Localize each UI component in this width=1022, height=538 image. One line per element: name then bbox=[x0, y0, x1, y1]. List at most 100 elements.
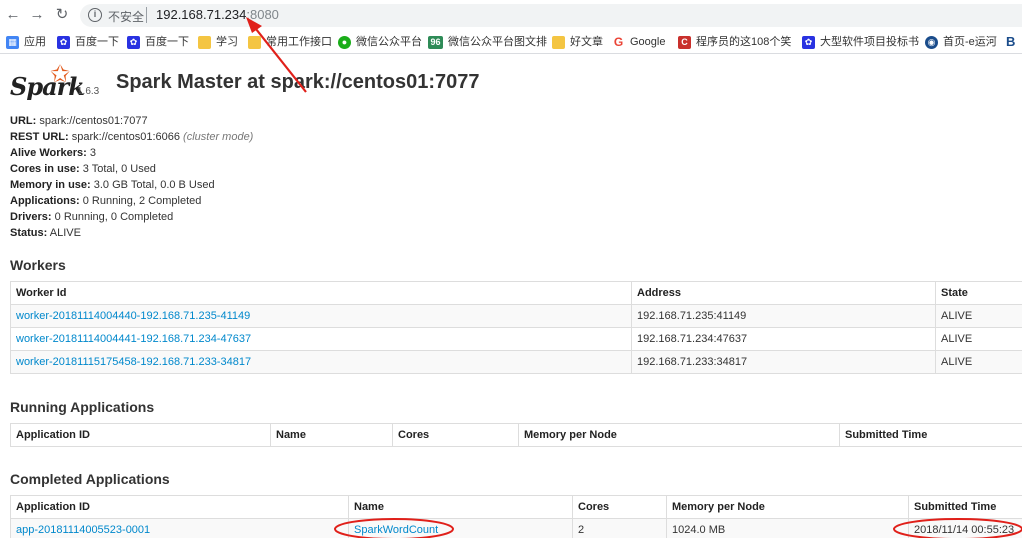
bookmark-baidu-2[interactable]: ✿ 百度一下 bbox=[127, 34, 189, 50]
spark-logo-text: Spark bbox=[10, 72, 85, 101]
summary-status: Status: ALIVE bbox=[10, 227, 81, 239]
completed-apps-table: Application ID Name Cores Memory per Nod… bbox=[10, 495, 1022, 538]
column-header-cores[interactable]: Cores bbox=[392, 423, 519, 447]
worker-id-cell: worker-20181114004440-192.168.71.235-411… bbox=[10, 304, 632, 328]
bookmark-label: 好文章 bbox=[570, 36, 603, 48]
worker-id-cell: worker-20181115175458-192.168.71.233-348… bbox=[10, 350, 632, 374]
globe-icon: ◉ bbox=[925, 35, 938, 49]
bookmark-label: 微信公众平台图文排 bbox=[448, 36, 547, 48]
folder-icon bbox=[552, 35, 565, 49]
bookmark-work-apis[interactable]: 常用工作接口 bbox=[248, 34, 332, 50]
column-header-app-id[interactable]: Application ID bbox=[10, 423, 271, 447]
workers-title[interactable]: Workers bbox=[10, 257, 66, 273]
column-header-address[interactable]: Address bbox=[631, 281, 936, 305]
summary-drivers: Drivers: 0 Running, 0 Completed bbox=[10, 211, 174, 223]
bookmark-wechat-editor[interactable]: 96 微信公众平台图文排 bbox=[428, 34, 547, 50]
summary-memory: Memory in use: 3.0 GB Total, 0.0 B Used bbox=[10, 179, 215, 191]
worker-address-cell: 192.168.71.233:34817 bbox=[631, 350, 936, 374]
bookmark-study[interactable]: 学习 bbox=[198, 34, 238, 50]
table-header-row: Worker Id Address State bbox=[10, 281, 1022, 305]
column-header-submitted[interactable]: Submitted Time bbox=[839, 423, 1022, 447]
summary-alive-workers: Alive Workers: 3 bbox=[10, 147, 97, 159]
column-header-app-id[interactable]: Application ID bbox=[10, 495, 349, 519]
bookmark-label: 大型软件项目投标书 bbox=[820, 36, 919, 48]
bookmark-baidu-1[interactable]: ✿ 百度一下 bbox=[57, 34, 119, 50]
browser-toolbar: ← → ↻ i 不安全 192.168.71.234:8080 bbox=[0, 0, 1022, 30]
wechat-icon: ● bbox=[338, 35, 351, 49]
bookmark-google[interactable]: G Google bbox=[612, 34, 665, 50]
url-port: :8080 bbox=[246, 7, 279, 22]
worker-link[interactable]: worker-20181114004441-192.168.71.234-476… bbox=[16, 333, 251, 345]
csdn-icon: C bbox=[678, 35, 691, 49]
bookmark-programmers[interactable]: C 程序员的这108个笑 bbox=[678, 34, 791, 50]
running-apps-title[interactable]: Running Applications bbox=[10, 399, 154, 415]
worker-address-cell: 192.168.71.234:47637 bbox=[631, 327, 936, 351]
table-row: worker-20181115175458-192.168.71.233-348… bbox=[10, 350, 1022, 374]
bookmark-eyunhe[interactable]: ◉ 首页-e运河 bbox=[925, 34, 997, 50]
worker-address-cell: 192.168.71.235:41149 bbox=[631, 304, 936, 328]
url-host: 192.168.71.234 bbox=[156, 7, 247, 22]
table-header-row: Application ID Name Cores Memory per Nod… bbox=[10, 423, 1022, 447]
worker-state-cell: ALIVE bbox=[935, 304, 1022, 328]
bookmark-bid-docs[interactable]: ✿ 大型软件项目投标书 bbox=[802, 34, 919, 50]
running-apps-table: Application ID Name Cores Memory per Nod… bbox=[10, 423, 1022, 447]
bookmark-label: 首页-e运河 bbox=[943, 36, 997, 48]
bookmark-overflow-icon[interactable]: B bbox=[1006, 34, 1015, 50]
bookmark-articles[interactable]: 好文章 bbox=[552, 34, 603, 50]
info-icon[interactable]: i bbox=[88, 8, 102, 22]
table-row: app-20181114005523-0001 SparkWordCount 2… bbox=[10, 518, 1022, 538]
worker-link[interactable]: worker-20181114004440-192.168.71.235-411… bbox=[16, 310, 250, 322]
cluster-summary: URL: spark://centos01:7077 REST URL: spa… bbox=[10, 113, 253, 241]
96-icon: 96 bbox=[428, 35, 443, 49]
forward-arrow-icon[interactable]: → bbox=[27, 5, 47, 25]
column-header-name[interactable]: Name bbox=[270, 423, 393, 447]
spark-star-icon: ✩ bbox=[50, 61, 71, 88]
table-row: worker-20181114004441-192.168.71.234-476… bbox=[10, 327, 1022, 351]
back-arrow-icon[interactable]: ← bbox=[3, 5, 23, 25]
url-text[interactable]: 192.168.71.234:8080 bbox=[156, 7, 279, 22]
bookmarks-bar: ▦ 应用 ✿ 百度一下 ✿ 百度一下 学习 常用工作接口 ● 微信公众平台 96 微信公众… bbox=[0, 30, 1022, 54]
worker-state-cell: ALIVE bbox=[935, 327, 1022, 351]
app-name-link[interactable]: SparkWordCount bbox=[354, 524, 438, 536]
spark-logo[interactable]: Spark ✩ 1.6.3 bbox=[10, 61, 110, 104]
baidu-paw-icon: ✿ bbox=[802, 35, 815, 49]
column-header-memory[interactable]: Memory per Node bbox=[666, 495, 909, 519]
baidu-paw-icon: ✿ bbox=[127, 35, 140, 49]
spark-version: 1.6.3 bbox=[77, 86, 100, 97]
column-header-memory[interactable]: Memory per Node bbox=[518, 423, 840, 447]
summary-applications[interactable]: Applications: 0 Running, 2 Completed bbox=[10, 193, 253, 209]
page-title: Spark Master at spark://centos01:7077 bbox=[116, 71, 480, 93]
app-memory-cell: 1024.0 MB bbox=[666, 518, 909, 538]
bookmark-label: 常用工作接口 bbox=[266, 36, 332, 48]
apps-grid-icon: ▦ bbox=[6, 35, 19, 49]
folder-icon bbox=[198, 35, 211, 49]
bookmark-label: Google bbox=[630, 36, 666, 48]
app-cores-cell: 2 bbox=[572, 518, 667, 538]
bookmark-label: 应用 bbox=[24, 36, 46, 48]
folder-icon bbox=[248, 35, 261, 49]
address-bar[interactable]: i 不安全 192.168.71.234:8080 bbox=[80, 4, 1022, 27]
reload-icon[interactable]: ↻ bbox=[52, 5, 72, 25]
bookmark-wechat[interactable]: ● 微信公众平台 bbox=[338, 34, 422, 50]
worker-link[interactable]: worker-20181115175458-192.168.71.233-348… bbox=[16, 356, 251, 368]
column-header-state[interactable]: State bbox=[935, 281, 1022, 305]
table-row: worker-20181114004440-192.168.71.235-411… bbox=[10, 304, 1022, 328]
app-link[interactable]: app-20181114005523-0001 bbox=[16, 524, 150, 536]
column-header-name[interactable]: Name bbox=[348, 495, 573, 519]
worker-id-cell: worker-20181114004441-192.168.71.234-476… bbox=[10, 327, 632, 351]
app-name-cell: SparkWordCount bbox=[348, 518, 573, 538]
completed-apps-title[interactable]: Completed Applications bbox=[10, 471, 170, 487]
url-separator bbox=[146, 7, 147, 23]
summary-cores: Cores in use: 3 Total, 0 Used bbox=[10, 163, 156, 175]
bookmark-apps[interactable]: ▦ 应用 bbox=[6, 34, 46, 50]
worker-state-cell: ALIVE bbox=[935, 350, 1022, 374]
bookmark-label: 百度一下 bbox=[75, 36, 119, 48]
app-id-cell: app-20181114005523-0001 bbox=[10, 518, 349, 538]
column-header-cores[interactable]: Cores bbox=[572, 495, 667, 519]
bookmark-label: 微信公众平台 bbox=[356, 36, 422, 48]
workers-table: Worker Id Address State worker-201811140… bbox=[10, 281, 1022, 374]
app-submitted-cell: 2018/11/14 00:55:23 bbox=[908, 518, 1022, 538]
column-header-worker-id[interactable]: Worker Id bbox=[10, 281, 632, 305]
column-header-submitted[interactable]: Submitted Time bbox=[908, 495, 1022, 519]
baidu-paw-icon: ✿ bbox=[57, 35, 70, 49]
